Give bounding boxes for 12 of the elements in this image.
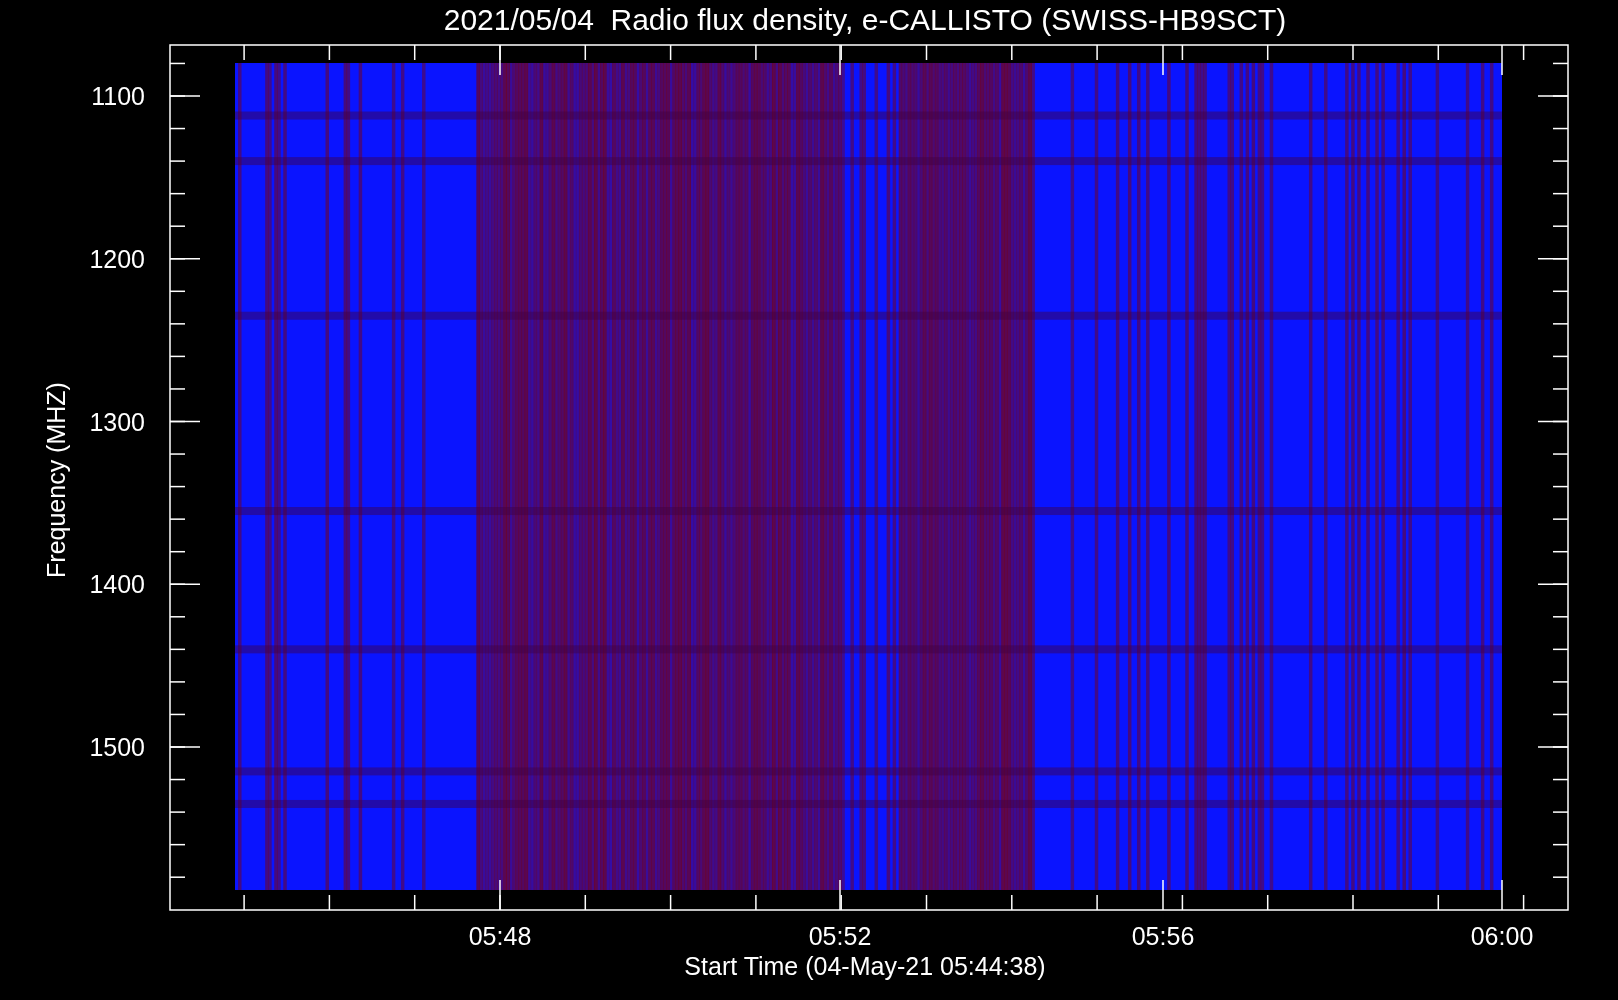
axis-title: Start Time (04-May-21 05:44:38) [684, 952, 1046, 980]
tick-label: 1300 [89, 407, 145, 436]
tick-label: 1200 [89, 244, 145, 273]
tick-label: 05:48 [468, 922, 532, 950]
tick-label: 1500 [89, 733, 145, 761]
tick-label: 05:56 [1131, 922, 1195, 950]
tick-label: 05:52 [808, 922, 872, 950]
axis-title: Frequency (MHZ) [42, 382, 70, 578]
tick-label: 1100 [91, 82, 145, 110]
tick-label: 06:00 [1470, 922, 1534, 950]
chart-title: 2021/05/04 Radio flux density, e-CALLISTO (SWISS-HB9SCT) [443, 3, 1287, 36]
tick-label: 1400 [89, 570, 145, 599]
